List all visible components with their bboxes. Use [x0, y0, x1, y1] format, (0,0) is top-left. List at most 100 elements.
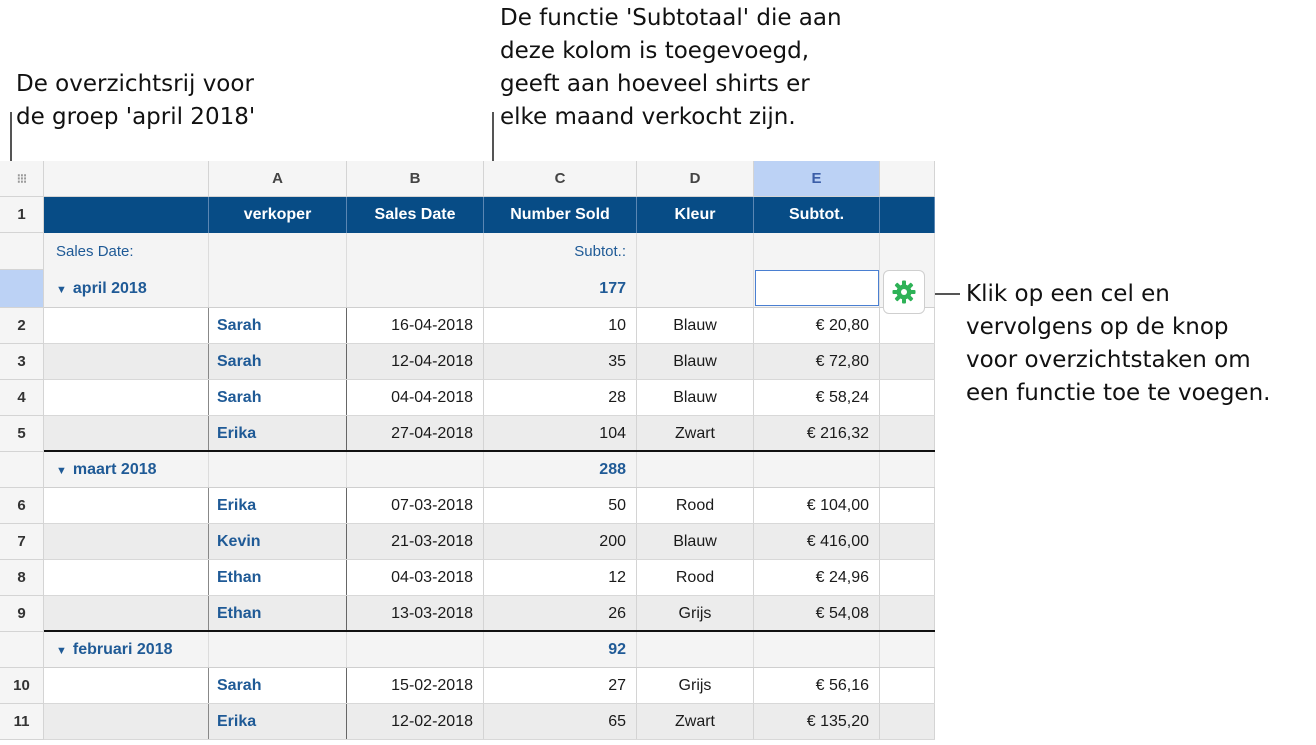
group-total[interactable]: Subtot.: 177 [484, 233, 637, 308]
date-cell[interactable]: 12-04-2018 [347, 344, 484, 380]
subtotal-cell[interactable]: € 72,80 [754, 344, 880, 380]
sold-cell[interactable]: 12 [484, 560, 637, 596]
sold-cell[interactable]: 200 [484, 524, 637, 560]
subtotal-cell[interactable]: € 58,24 [754, 380, 880, 416]
row-extra-cell[interactable] [880, 704, 935, 740]
triangle-down-icon[interactable]: ▼ [56, 645, 67, 657]
row-extra-cell[interactable] [880, 380, 935, 416]
subtotal-cell[interactable]: € 56,16 [754, 668, 880, 704]
group-name[interactable]: ▼ februari 2018 [56, 641, 173, 659]
summary-actions-button[interactable] [883, 270, 925, 314]
summary-cell-d[interactable] [637, 632, 754, 668]
date-cell[interactable]: 12-02-2018 [347, 704, 484, 740]
column-header-blank[interactable] [44, 161, 209, 197]
group-name[interactable]: ▼ april 2018 [56, 280, 147, 298]
subtotal-cell[interactable]: € 104,00 [754, 488, 880, 524]
sold-cell[interactable]: 65 [484, 704, 637, 740]
summary-cell-a[interactable] [209, 632, 347, 668]
color-cell[interactable]: Grijs [637, 596, 754, 632]
seller-cell[interactable]: Sarah [209, 380, 347, 416]
selected-summary-cell[interactable] [755, 270, 879, 306]
color-cell[interactable]: Blauw [637, 524, 754, 560]
date-cell[interactable]: 04-04-2018 [347, 380, 484, 416]
row-blank-cell[interactable] [44, 308, 209, 344]
summary-cell-a[interactable] [209, 233, 347, 308]
color-cell[interactable]: Grijs [637, 668, 754, 704]
row-extra-cell[interactable] [880, 416, 935, 452]
date-cell[interactable]: 13-03-2018 [347, 596, 484, 632]
column-header-c[interactable]: C [484, 161, 637, 197]
row-header[interactable]: 5 [0, 416, 44, 452]
column-header-e[interactable]: E [754, 161, 880, 197]
table-header-cell[interactable]: verkoper [209, 197, 347, 233]
subtotal-cell[interactable]: € 20,80 [754, 308, 880, 344]
subtotal-cell[interactable]: € 24,96 [754, 560, 880, 596]
summary-cell-b[interactable] [347, 632, 484, 668]
date-cell[interactable]: 16-04-2018 [347, 308, 484, 344]
seller-cell[interactable]: Ethan [209, 560, 347, 596]
seller-cell[interactable]: Erika [209, 416, 347, 452]
row-blank-cell[interactable] [44, 560, 209, 596]
seller-cell[interactable]: Erika [209, 488, 347, 524]
subtotal-cell[interactable]: € 416,00 [754, 524, 880, 560]
row-extra-cell[interactable] [880, 344, 935, 380]
sold-cell[interactable]: 28 [484, 380, 637, 416]
color-cell[interactable]: Zwart [637, 704, 754, 740]
row-header[interactable]: 9 [0, 596, 44, 632]
row-header-summary[interactable] [0, 270, 44, 308]
row-header[interactable]: 7 [0, 524, 44, 560]
column-header-a[interactable]: A [209, 161, 347, 197]
subtotal-cell[interactable]: € 135,20 [754, 704, 880, 740]
group-summary-name[interactable]: ▼ februari 2018 [44, 632, 209, 668]
table-header-cell[interactable]: Sales Date [347, 197, 484, 233]
color-cell[interactable]: Rood [637, 488, 754, 524]
summary-cell-b[interactable] [347, 452, 484, 488]
row-header-1[interactable]: 1 [0, 197, 44, 233]
group-summary-name[interactable]: Sales Date: ▼ april 2018 [44, 233, 209, 308]
row-blank-cell[interactable] [44, 380, 209, 416]
summary-cell-a[interactable] [209, 452, 347, 488]
summary-cell-d[interactable] [637, 233, 754, 308]
color-cell[interactable]: Blauw [637, 380, 754, 416]
subtotal-cell[interactable]: € 54,08 [754, 596, 880, 632]
row-blank-cell[interactable] [44, 704, 209, 740]
column-header-extra[interactable] [880, 161, 935, 197]
row-header-summary-top[interactable] [0, 233, 44, 270]
row-blank-cell[interactable] [44, 596, 209, 632]
color-cell[interactable]: Rood [637, 560, 754, 596]
seller-cell[interactable]: Sarah [209, 344, 347, 380]
sold-cell[interactable]: 104 [484, 416, 637, 452]
date-cell[interactable]: 27-04-2018 [347, 416, 484, 452]
column-header-d[interactable]: D [637, 161, 754, 197]
subtotal-cell[interactable]: € 216,32 [754, 416, 880, 452]
triangle-down-icon[interactable]: ▼ [56, 465, 67, 477]
seller-cell[interactable]: Ethan [209, 596, 347, 632]
color-cell[interactable]: Blauw [637, 308, 754, 344]
seller-cell[interactable]: Kevin [209, 524, 347, 560]
sold-cell[interactable]: 27 [484, 668, 637, 704]
row-header[interactable]: 11 [0, 704, 44, 740]
column-header-b[interactable]: B [347, 161, 484, 197]
table-header-extra[interactable] [880, 197, 935, 233]
summary-cell-e[interactable] [754, 452, 880, 488]
group-name[interactable]: ▼ maart 2018 [56, 461, 157, 479]
summary-cell-extra[interactable] [880, 452, 935, 488]
group-total[interactable]: 92 [484, 632, 637, 668]
summary-cell-extra[interactable] [880, 632, 935, 668]
row-blank-cell[interactable] [44, 524, 209, 560]
row-header[interactable]: 3 [0, 344, 44, 380]
date-cell[interactable]: 21-03-2018 [347, 524, 484, 560]
color-cell[interactable]: Zwart [637, 416, 754, 452]
seller-cell[interactable]: Sarah [209, 308, 347, 344]
row-header[interactable]: 2 [0, 308, 44, 344]
seller-cell[interactable]: Erika [209, 704, 347, 740]
date-cell[interactable]: 07-03-2018 [347, 488, 484, 524]
row-header[interactable]: 8 [0, 560, 44, 596]
seller-cell[interactable]: Sarah [209, 668, 347, 704]
row-blank-cell[interactable] [44, 344, 209, 380]
table-header-blank[interactable] [44, 197, 209, 233]
summary-cell-b[interactable] [347, 233, 484, 308]
table-header-cell[interactable]: Number Sold [484, 197, 637, 233]
row-blank-cell[interactable] [44, 488, 209, 524]
group-total[interactable]: 288 [484, 452, 637, 488]
